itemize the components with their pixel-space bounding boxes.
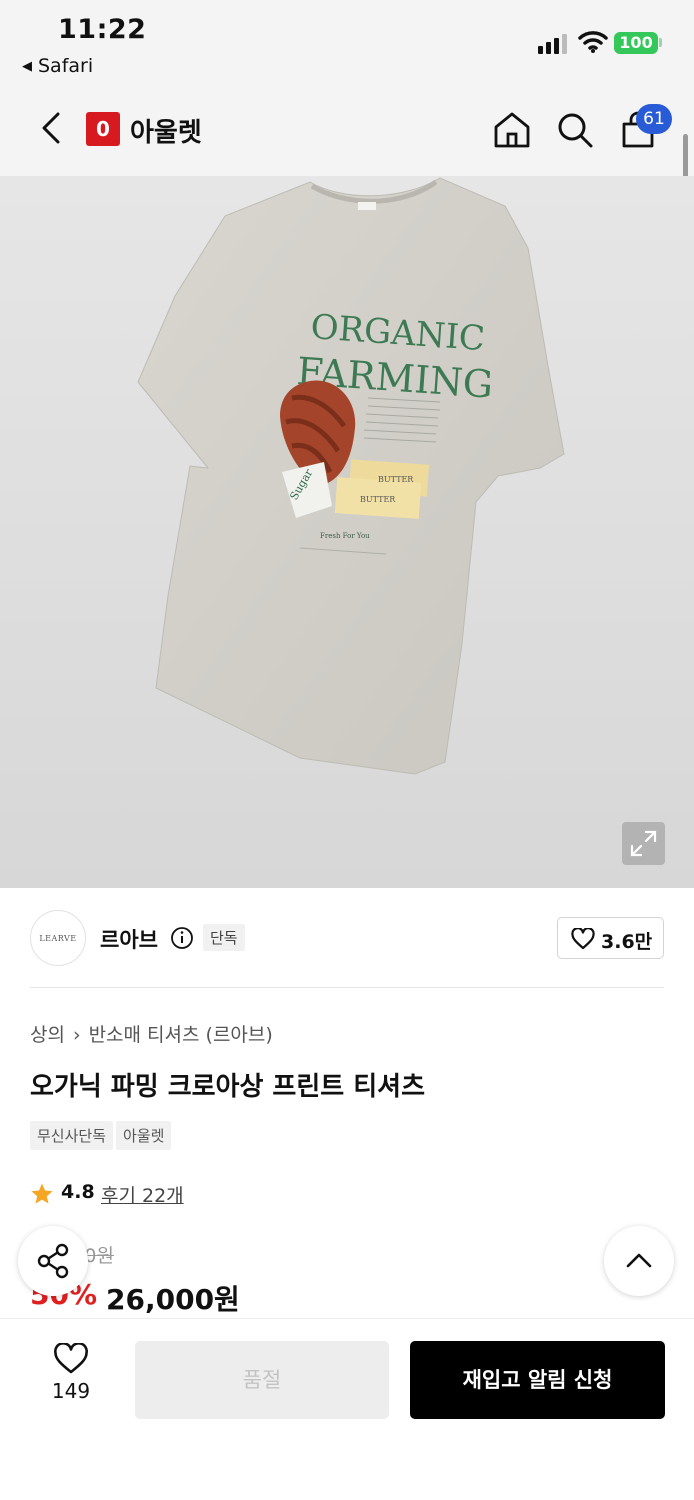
shirt-print-butter1: BUTTER [378, 475, 414, 484]
brand-name[interactable]: 르아브 [100, 924, 158, 954]
back-arrow-icon[interactable] [34, 108, 68, 148]
brand-like-count: 3.6만 [601, 931, 653, 953]
rating-value: 4.8 [61, 1181, 95, 1203]
share-icon [37, 1243, 69, 1279]
exclusive-tag: 단독 [203, 924, 245, 951]
product-badges: 무신사단독 아울렛 [30, 1121, 174, 1150]
chevron-right-icon: › [72, 1024, 81, 1046]
cart-count-badge[interactable]: 61 [636, 104, 672, 134]
app-header: 0 아울렛 [0, 92, 694, 176]
review-count-link[interactable]: 후기 22개 [101, 1181, 184, 1208]
chevron-up-icon [626, 1253, 652, 1268]
badge-musinsa-exclusive: 무신사단독 [30, 1121, 114, 1150]
brand-logo[interactable]: LEARVE [30, 910, 86, 966]
soldout-button: 품절 [135, 1341, 389, 1419]
breadcrumb: 상의 › 반소매 티셔츠 (르아브) [30, 1020, 273, 1047]
sale-price: 26,000원 [106, 1283, 240, 1316]
tshirt-illustration: ORGANIC FARMING Sugar BUTTER BUTTER Fres… [137, 177, 565, 775]
shirt-print-butter2: BUTTER [360, 495, 396, 504]
wishlist-button[interactable]: 149 [36, 1343, 106, 1413]
breadcrumb-category[interactable]: 상의 [30, 1024, 65, 1046]
page-title: 아울렛 [130, 118, 202, 148]
heart-icon [571, 928, 595, 950]
breadcrumb-subcategory[interactable]: 반소매 티셔츠 (르아브) [89, 1024, 273, 1046]
back-app-label: Safari [38, 55, 94, 77]
badge-outlet: 아울렛 [116, 1121, 172, 1150]
home-icon[interactable] [492, 110, 532, 150]
star-icon [31, 1183, 53, 1204]
status-bar: 11:22 ◀ Safari 100 [0, 0, 694, 92]
expand-icon [630, 830, 657, 857]
info-icon[interactable] [170, 926, 194, 950]
product-title: 오가닉 파밍 크로아상 프린트 티셔츠 [30, 1072, 426, 1102]
status-time: 11:22 [58, 14, 147, 45]
battery-indicator: 100 [614, 32, 658, 54]
brand-like-button[interactable]: 3.6만 [557, 917, 664, 959]
scroll-to-top-button[interactable] [604, 1226, 674, 1296]
search-icon[interactable] [555, 110, 595, 150]
bottom-action-bar: 149 품절 재입고 알림 신청 [0, 1318, 694, 1500]
wishlist-count: 149 [51, 1379, 91, 1403]
back-to-app-link[interactable]: ◀ Safari [22, 55, 93, 77]
heart-icon [54, 1343, 88, 1374]
restock-alert-button[interactable]: 재입고 알림 신청 [410, 1341, 665, 1419]
wifi-icon [578, 31, 608, 53]
outlet-logo[interactable]: 0 [86, 112, 120, 146]
cellular-signal-icon [538, 34, 568, 54]
shirt-print-fresh: Fresh For You [320, 532, 370, 540]
product-image[interactable]: ORGANIC FARMING Sugar BUTTER BUTTER Fres… [0, 176, 694, 888]
expand-image-button[interactable] [622, 822, 665, 865]
divider [30, 987, 664, 988]
back-triangle-icon: ◀ [22, 59, 32, 74]
brand-row: LEARVE 르아브 단독 3.6만 [0, 888, 694, 988]
share-button[interactable] [18, 1226, 88, 1296]
battery-tip [659, 38, 662, 47]
